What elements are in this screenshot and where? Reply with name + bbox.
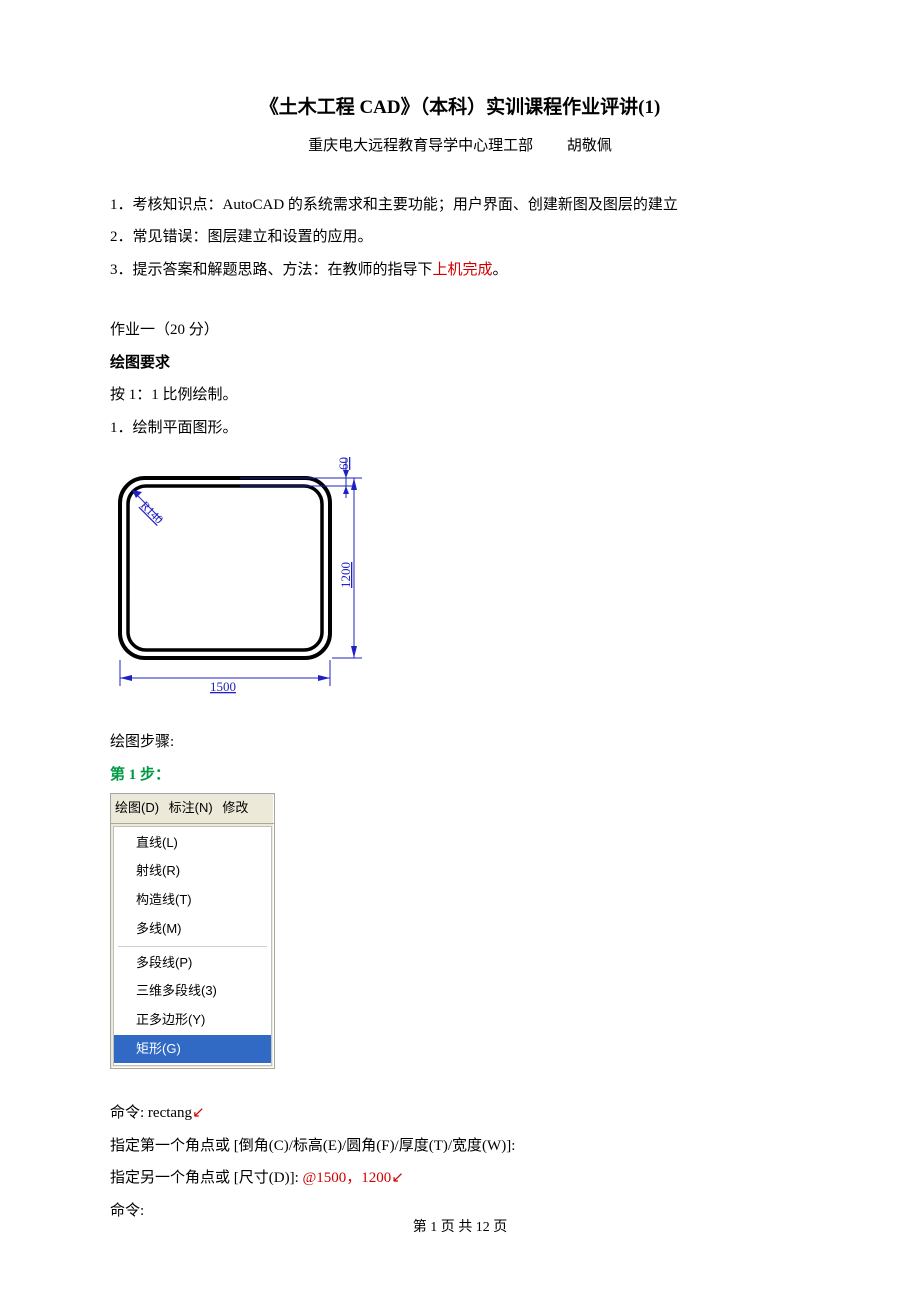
point-3-red: 上机完成: [433, 262, 493, 278]
dim-right-label: 1200: [338, 562, 353, 588]
hw-header: 作业一（20 分）: [110, 316, 810, 345]
menu-list: 直线(L) 射线(R) 构造线(T) 多线(M) 多段线(P) 三维多段线(3)…: [113, 826, 272, 1067]
cad-figure: 60 1200 1500 R140: [110, 448, 380, 698]
point-2: 2．常见错误：图层建立和设置的应用。: [110, 223, 810, 252]
cmd-line-3: 指定另一个角点或 [尺寸(D)]: @1500，1200↙: [110, 1164, 810, 1193]
enter-icon-2: ↙: [391, 1169, 404, 1186]
menu-bar: 绘图(D) 标注(N) 修改: [111, 794, 274, 824]
menu-dimension[interactable]: 标注(N): [169, 800, 213, 815]
steps-label: 绘图步骤:: [110, 728, 810, 757]
menu-item-pline[interactable]: 多段线(P): [114, 949, 271, 978]
menu-screenshot: 绘图(D) 标注(N) 修改 直线(L) 射线(R) 构造线(T) 多线(M) …: [110, 793, 275, 1069]
page-footer: 第 1 页 共 12 页: [0, 1215, 920, 1242]
menu-item-line[interactable]: 直线(L): [114, 829, 271, 858]
menu-item-ray[interactable]: 射线(R): [114, 857, 271, 886]
point-1: 1．考核知识点：AutoCAD 的系统需求和主要功能；用户界面、创建新图及图层的…: [110, 191, 810, 220]
menu-item-xline[interactable]: 构造线(T): [114, 886, 271, 915]
hw-req2: 1．绘制平面图形。: [110, 414, 810, 443]
cmd3-text: 指定另一个角点或 [尺寸(D)]:: [110, 1170, 302, 1186]
menu-item-3dpoly[interactable]: 三维多段线(3): [114, 977, 271, 1006]
dim-top-label: 60: [336, 457, 351, 470]
author: 胡敬佩: [567, 138, 612, 154]
org: 重庆电大远程教育导学中心理工部: [308, 138, 533, 154]
cmd-line-1: 命令: rectang↙: [110, 1099, 810, 1128]
page-title: 《土木工程 CAD》（本科）实训课程作业评讲(1): [110, 90, 810, 126]
point-3-a: 3．提示答案和解题思路、方法：在教师的指导下: [110, 262, 433, 278]
step-1-label: 第 1 步：: [110, 761, 810, 790]
point-3-b: 。: [493, 262, 508, 278]
menu-modify[interactable]: 修改: [222, 800, 248, 815]
dim-radius-label: R140: [138, 498, 166, 526]
cmd-line-2: 指定第一个角点或 [倒角(C)/标高(E)/圆角(F)/厚度(T)/宽度(W)]…: [110, 1132, 810, 1161]
menu-item-mline[interactable]: 多线(M): [114, 915, 271, 944]
hw-req-title: 绘图要求: [110, 349, 810, 378]
enter-icon: ↙: [192, 1104, 205, 1121]
dim-bottom-label: 1500: [210, 679, 236, 694]
subtitle: 重庆电大远程教育导学中心理工部 胡敬佩: [110, 132, 810, 161]
point-3: 3．提示答案和解题思路、方法：在教师的指导下上机完成。: [110, 256, 810, 285]
menu-draw[interactable]: 绘图(D): [115, 800, 159, 815]
cmd3-red: @1500，1200: [302, 1170, 391, 1186]
hw-req1: 按 1：1 比例绘制。: [110, 381, 810, 410]
menu-item-polygon[interactable]: 正多边形(Y): [114, 1006, 271, 1035]
cmd1-text: 命令: rectang: [110, 1105, 192, 1121]
menu-item-rectangle[interactable]: 矩形(G): [114, 1035, 271, 1064]
